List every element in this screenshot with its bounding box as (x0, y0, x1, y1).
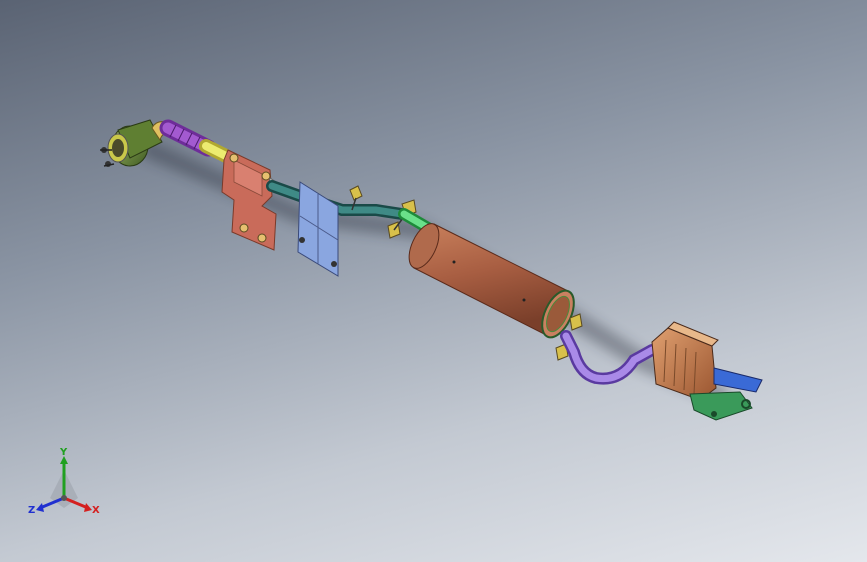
graphics-viewport[interactable]: Y X Z (0, 0, 867, 562)
front-joint[interactable] (199, 139, 233, 163)
z-axis-label: Z (28, 505, 36, 516)
exhaust-system-model[interactable] (0, 0, 867, 562)
rear-muffler[interactable] (651, 321, 719, 401)
mount-plate[interactable] (297, 181, 339, 277)
main-muffler[interactable] (403, 219, 580, 342)
x-axis-label: X (92, 505, 100, 516)
y-axis-label: Y (60, 447, 68, 458)
reference-triad[interactable]: Y X Z (22, 448, 106, 524)
rear-bracket[interactable] (689, 391, 753, 421)
